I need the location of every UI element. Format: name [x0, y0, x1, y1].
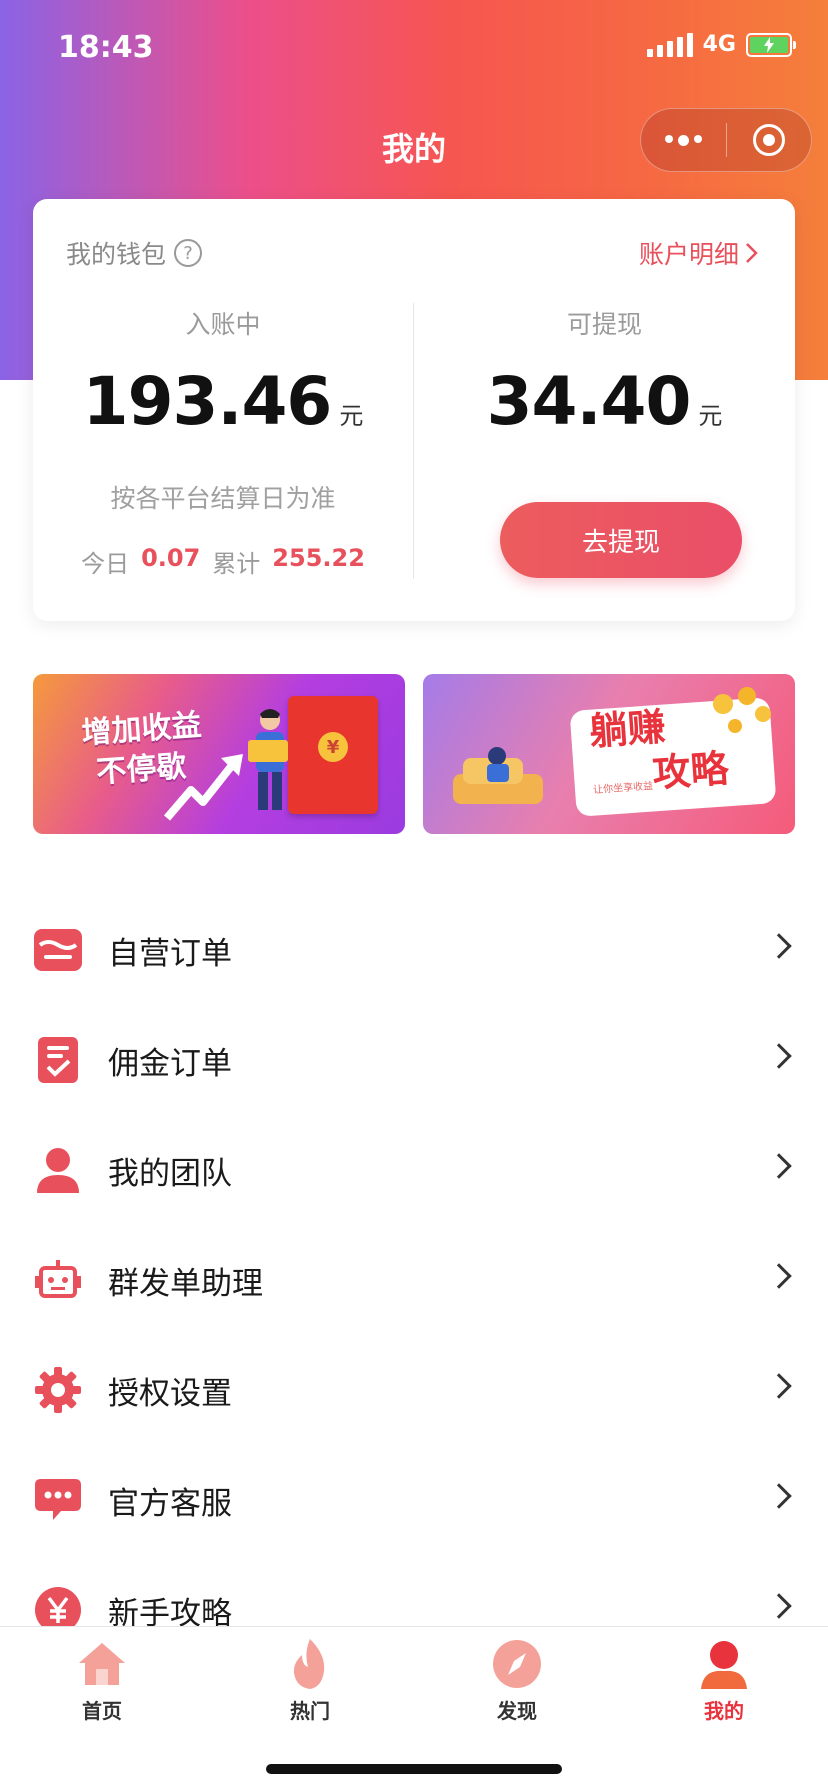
- total-label: 累计: [212, 550, 261, 578]
- wallet-title: 我的钱包 ?: [66, 235, 203, 271]
- menu-label: 自营订单: [108, 935, 232, 972]
- menu-label: 官方客服: [108, 1485, 232, 1522]
- flame-icon: [283, 1637, 337, 1691]
- chevron-right-icon: [746, 243, 758, 263]
- pending-label: 入账中: [185, 310, 261, 339]
- compass-icon: [490, 1637, 544, 1691]
- total-value: 255.22: [272, 544, 365, 572]
- withdrawable-amount-unit: 元: [698, 402, 723, 430]
- settlement-note: 按各平台结算日为准: [110, 484, 336, 513]
- tab-label: 发现: [497, 1699, 537, 1723]
- red-packet-icon: ¥: [288, 696, 378, 814]
- pending-amount: 193.46 元: [33, 363, 413, 440]
- growth-arrow-icon: [163, 754, 243, 821]
- menu-item-commission-orders[interactable]: 佣金订单: [0, 1005, 828, 1115]
- battery-icon: [746, 32, 796, 57]
- menu-item-my-team[interactable]: 我的团队: [0, 1115, 828, 1225]
- store-icon: [34, 926, 82, 974]
- guide-line2: 攻略: [651, 746, 730, 796]
- more-button[interactable]: [641, 108, 726, 172]
- user-icon: [34, 1146, 82, 1194]
- chevron-right-icon: [766, 1593, 792, 1619]
- status-bar: 18:43 4G: [0, 0, 828, 100]
- chevron-right-icon: [766, 1043, 792, 1069]
- today-value: 0.07: [141, 544, 201, 572]
- help-icon[interactable]: ?: [174, 239, 203, 267]
- menu-item-self-orders[interactable]: 自营订单: [0, 895, 828, 1005]
- tab-label: 热门: [290, 1699, 330, 1723]
- network-type: 4G: [702, 32, 736, 57]
- home-icon: [75, 1637, 129, 1691]
- menu-list: 自营订单 佣金订单 我的团队 群发单助理 授权设置 官方客服 新手攻略: [0, 895, 828, 1665]
- tab-home[interactable]: 首页: [22, 1637, 182, 1724]
- chevron-right-icon: [766, 1373, 792, 1399]
- chevron-right-icon: [766, 1153, 792, 1179]
- menu-label: 群发单助理: [108, 1265, 263, 1302]
- tab-discover[interactable]: 发现: [437, 1637, 597, 1724]
- increase-income-banner[interactable]: 增加收益 不停歇 ¥: [33, 674, 405, 834]
- pending-amount-unit: 元: [339, 402, 364, 430]
- withdrawable-amount-value: 34.40: [486, 363, 692, 440]
- checklist-icon: [34, 1036, 82, 1084]
- chevron-right-icon: [766, 1263, 792, 1289]
- withdrawable-amount: 34.40 元: [414, 363, 795, 440]
- account-detail-link[interactable]: 账户明细: [639, 235, 759, 271]
- menu-item-customer-service[interactable]: 官方客服: [0, 1445, 828, 1555]
- tab-label: 我的: [704, 1699, 744, 1723]
- coins-icon: [713, 687, 771, 733]
- today-label: 今日: [81, 550, 130, 578]
- more-icon: [664, 134, 702, 146]
- close-miniapp-button[interactable]: [727, 108, 812, 172]
- profile-icon: [697, 1637, 751, 1691]
- status-time: 18:43: [58, 30, 154, 65]
- wallet-title-text: 我的钱包: [66, 240, 167, 269]
- tab-profile[interactable]: 我的: [644, 1637, 804, 1724]
- home-indicator: [266, 1764, 562, 1774]
- menu-label: 佣金订单: [108, 1045, 232, 1082]
- status-indicators: 4G: [646, 32, 796, 57]
- earnings-stats: 今日 0.07 累计 255.22: [33, 544, 413, 579]
- miniapp-capsule: [640, 108, 812, 172]
- menu-item-broadcast-assistant[interactable]: 群发单助理: [0, 1225, 828, 1335]
- chevron-right-icon: [766, 933, 792, 959]
- tab-hot[interactable]: 热门: [230, 1637, 390, 1724]
- tab-label: 首页: [82, 1699, 122, 1723]
- chevron-right-icon: [766, 1483, 792, 1509]
- pending-amount-value: 193.46: [82, 363, 333, 440]
- menu-label: 我的团队: [108, 1155, 232, 1192]
- signal-icon: [646, 32, 693, 57]
- robot-icon: [34, 1256, 82, 1304]
- account-detail-label: 账户明细: [638, 240, 739, 269]
- wallet-card: 我的钱包 ? 账户明细 入账中 193.46 元 按各平台结算日为准 今日 0.…: [33, 199, 795, 621]
- chat-icon: [34, 1476, 82, 1524]
- target-icon: [752, 124, 785, 156]
- menu-item-auth-settings[interactable]: 授权设置: [0, 1335, 828, 1445]
- divider: [413, 303, 414, 579]
- sofa-illustration: [453, 747, 543, 804]
- withdrawable-label: 可提现: [566, 310, 642, 339]
- earning-guide-banner[interactable]: 躺赚 攻略 让你坐享收益: [423, 674, 795, 834]
- withdraw-button[interactable]: 去提现: [500, 502, 742, 578]
- person-illustration: [248, 709, 288, 810]
- menu-label: 授权设置: [108, 1375, 232, 1412]
- gear-icon: [34, 1366, 82, 1414]
